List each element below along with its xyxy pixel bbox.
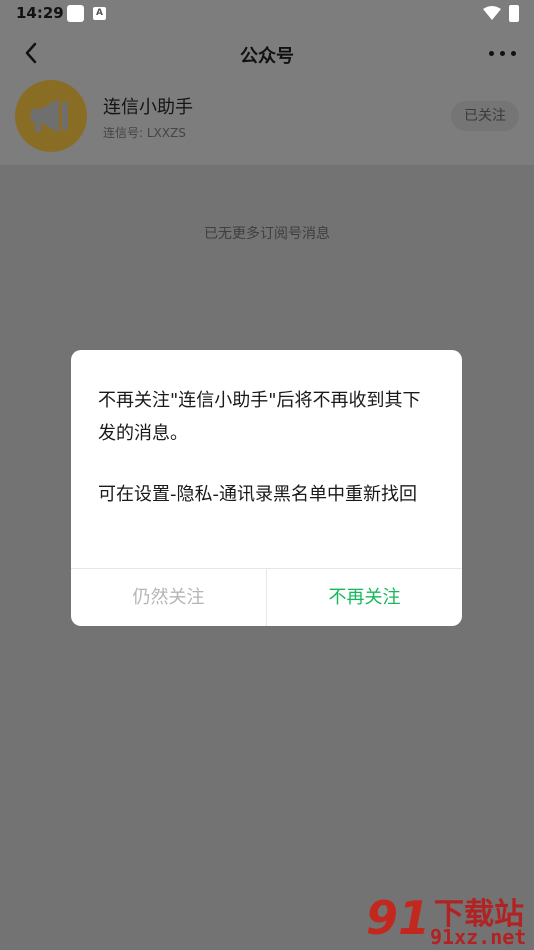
keep-following-button[interactable]: 仍然关注 [71, 569, 266, 626]
nav-bar: 公众号 [0, 28, 534, 78]
account-header: 连信小助手 连信号: LXXZS 已关注 [0, 78, 534, 165]
account-id: 连信号: LXXZS [103, 126, 186, 140]
status-time: 14:29 [16, 4, 64, 22]
status-bar: 14:29 A [0, 0, 534, 28]
a-badge-icon: A [93, 7, 106, 20]
notification-icon [67, 5, 84, 22]
wifi-icon [483, 6, 501, 20]
site-watermark: 91 下载站 91xz.net [364, 887, 534, 950]
page-title: 公众号 [240, 46, 294, 67]
battery-icon [509, 5, 519, 22]
unfollow-dialog: 不再关注"连信小助手"后将不再收到其下发的消息。 可在设置-隐私-通讯录黑名单中… [71, 350, 462, 626]
dialog-message-line2: 可在设置-隐私-通讯录黑名单中重新找回 [98, 484, 417, 505]
dialog-message-line1: 不再关注"连信小助手"后将不再收到其下发的消息。 [98, 390, 421, 444]
more-options-icon[interactable] [489, 51, 517, 57]
dialog-message: 不再关注"连信小助手"后将不再收到其下发的消息。 可在设置-隐私-通讯录黑名单中… [98, 384, 438, 539]
avatar[interactable] [15, 80, 87, 152]
watermark-url: 91xz.net [430, 925, 527, 949]
watermark-logo: 91 [366, 891, 431, 945]
megaphone-icon [31, 99, 68, 133]
empty-feed-text: 已无更多订阅号消息 [204, 226, 330, 242]
followed-button[interactable]: 已关注 [451, 101, 519, 131]
account-name: 连信小助手 [103, 97, 193, 118]
unfollow-button[interactable]: 不再关注 [267, 569, 462, 626]
